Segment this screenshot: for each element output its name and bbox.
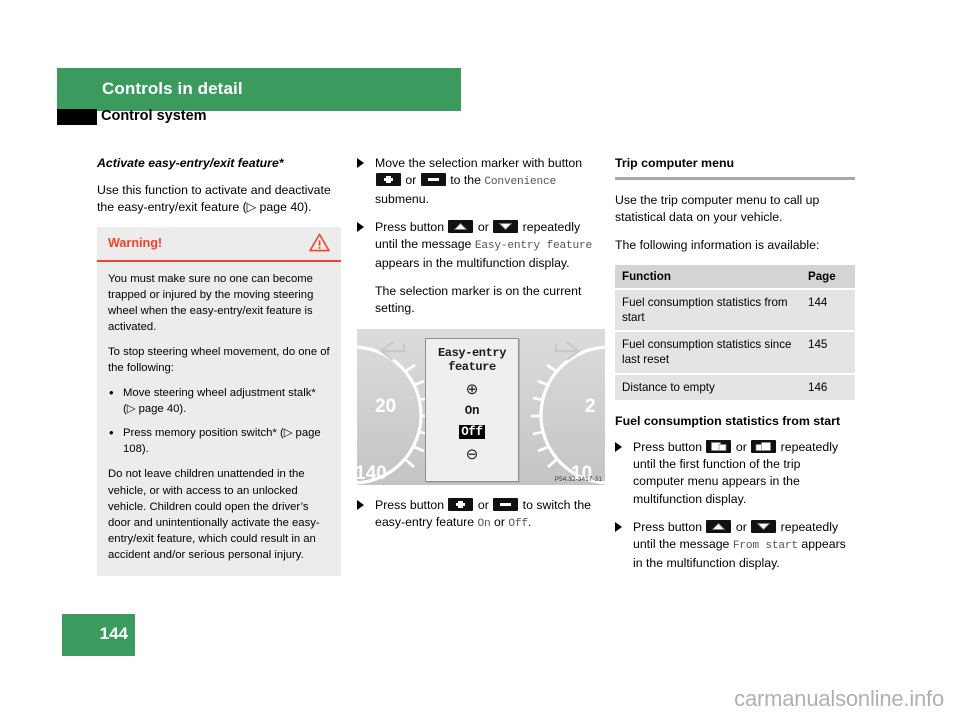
mfd-option-off-label: Off (459, 424, 485, 439)
mfd-title-line-1: Easy-entry (437, 345, 506, 360)
list-item: Move steering wheel adjustment stalk* (▷… (108, 384, 330, 417)
mfd-option-off-selected: Off (426, 424, 518, 439)
chevron-down-button-icon (751, 519, 777, 533)
warning-divider (97, 260, 341, 263)
step-switch-easy-entry: Press button or to switch the easy-entry… (357, 497, 605, 533)
warning-box: Warning! You must make sure no one can b… (97, 227, 341, 576)
warning-title-row: Warning! (97, 227, 341, 260)
step-text-post: submenu. (375, 191, 430, 206)
step-conjunction: or (735, 439, 747, 454)
right-intro-1: Use the trip computer menu to call up st… (615, 193, 820, 225)
step-text: Press button (633, 519, 703, 534)
value-off: Off (508, 517, 528, 530)
step-text-post: appears in the multifunction display. (375, 255, 570, 270)
step-note: The selection marker is on the current s… (375, 284, 582, 316)
svg-text:20: 20 (375, 396, 396, 417)
column-header-function: Function (615, 265, 801, 291)
warning-bullet-list: Move steering wheel adjustment stalk* (▷… (108, 384, 330, 457)
svg-text:2: 2 (585, 396, 596, 417)
cell-function: Fuel consumption statistics since last r… (615, 331, 801, 375)
chapter-header-bar: Controls in detail (57, 68, 461, 109)
watermark: carmanualsonline.info (734, 686, 944, 711)
step-conjunction: or (405, 173, 417, 188)
column-header-page: Page (801, 265, 855, 291)
table-row: Fuel consumption statistics from start 1… (615, 289, 855, 333)
table-row: Fuel consumption statistics since last r… (615, 331, 855, 375)
right-intro-2: The following information is available: (615, 238, 820, 253)
list-item: Press memory position switch* (▷ page 10… (108, 424, 330, 457)
svg-text:140: 140 (357, 463, 387, 484)
step-conjunction: or (477, 220, 489, 235)
warning-title: Warning! (108, 236, 163, 251)
step-conjunction-2: or (493, 514, 505, 529)
step-triangle-icon (357, 499, 364, 510)
instrument-cluster-figure: 20 140 2 10 Easy-entry feature ⊕ On Off … (357, 328, 605, 485)
warning-paragraph-2: To stop steering wheel movement, do one … (108, 346, 330, 375)
table-row: Distance to empty 146 (615, 373, 855, 400)
step-text-mid: to the (450, 173, 481, 188)
left-intro-paragraph: Use this function to activate and deacti… (97, 183, 331, 215)
plus-button-icon (448, 497, 474, 511)
cell-function: Fuel consumption statistics from start (615, 289, 801, 333)
minus-button-icon (420, 173, 446, 187)
step-triangle-icon (615, 521, 622, 532)
page-number-box: 144 (62, 614, 135, 656)
step-press-until-from-start: Press button or repeatedly until the mes… (615, 519, 855, 572)
step-press-button-until-message: Press button or repeatedly until the mes… (357, 219, 605, 272)
page-number: 144 (99, 624, 128, 643)
right-heading-rule (615, 177, 855, 181)
left-heading: Activate easy-entry/exit feature* (97, 156, 284, 170)
step-triangle-icon (615, 441, 622, 452)
figure-caption: P54.32-3417-31 (554, 475, 602, 483)
step-text: Press button (375, 497, 445, 512)
value-on: On (477, 517, 491, 530)
step-conjunction: or (735, 519, 747, 534)
step-text: Move the selection marker with button (375, 156, 583, 170)
mfd-plus-icon: ⊕ (465, 380, 479, 398)
multifunction-display: Easy-entry feature ⊕ On Off ⊖ (425, 337, 519, 482)
middle-column: Move the selection marker with button or… (357, 155, 605, 543)
header-black-marker (57, 109, 97, 125)
menu-name: Convenience (484, 176, 557, 189)
section-title: Control system (101, 108, 207, 124)
plus-button-icon (376, 173, 401, 187)
step-conjunction: or (477, 497, 489, 512)
right-column: Trip computer menu Use the trip computer… (615, 155, 855, 583)
step-press-display-button: Press button or repeatedly until the fir… (615, 439, 855, 508)
display-message: Easy-entry feature (474, 240, 593, 253)
step-text: Press button (375, 220, 445, 235)
step-move-selection-marker: Move the selection marker with button or… (357, 155, 605, 208)
mfd-option-on: On (464, 403, 480, 418)
next-display-button-icon (751, 439, 777, 453)
prev-display-button-icon (706, 439, 732, 453)
step-text: Press button (633, 439, 703, 454)
cell-page: 146 (801, 373, 855, 400)
cell-function: Distance to empty (615, 373, 801, 400)
mfd-minus-icon: ⊖ (465, 445, 479, 463)
left-column: Activate easy-entry/exit feature* Use th… (97, 155, 341, 576)
right-subheading: Fuel consumption statistics from start (615, 413, 841, 428)
function-page-table: Function Page Fuel consumption statistic… (615, 265, 855, 400)
step-triangle-icon (357, 222, 364, 233)
warning-paragraph-1: You must make sure no one can become tra… (108, 273, 314, 334)
manual-page: Controls in detail Control system Activa… (0, 0, 960, 720)
warning-paragraph-3: Do not leave children unattended in the … (108, 468, 320, 561)
display-message: From start (732, 539, 798, 552)
chevron-down-button-icon (493, 220, 519, 234)
right-heading: Trip computer menu (615, 156, 735, 170)
step-text-post: . (527, 514, 532, 529)
chevron-up-button-icon (706, 519, 732, 533)
warning-triangle-icon (309, 233, 330, 252)
chapter-title: Controls in detail (102, 79, 243, 98)
minus-button-icon (493, 497, 519, 511)
table-header-row: Function Page (615, 265, 855, 291)
step-triangle-icon (357, 158, 364, 168)
cell-page: 144 (801, 289, 855, 333)
cell-page: 145 (801, 331, 855, 375)
chevron-up-button-icon (448, 220, 474, 234)
mfd-title-line-2: feature (448, 359, 496, 374)
